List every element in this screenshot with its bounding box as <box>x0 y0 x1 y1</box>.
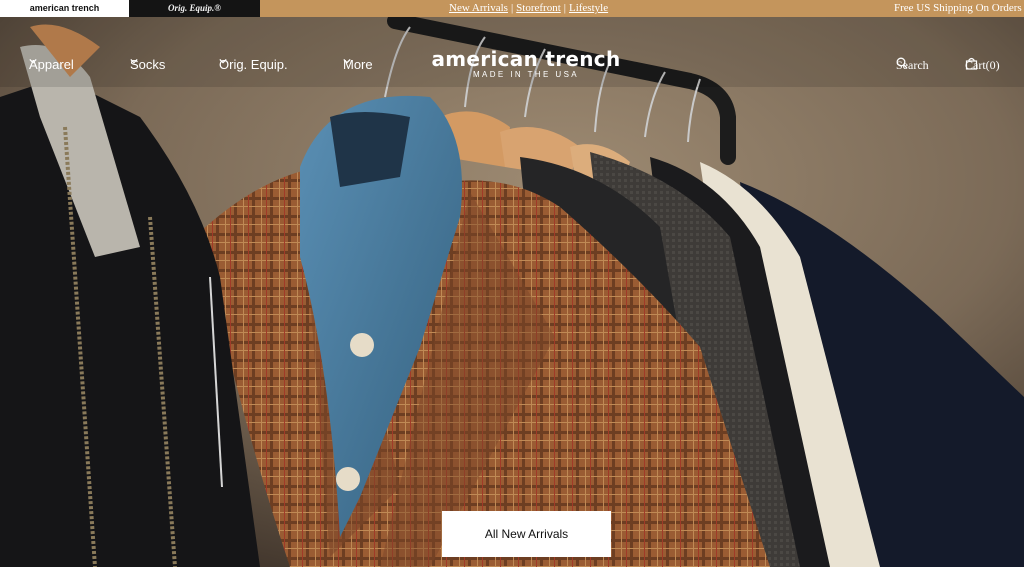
chevron-down-icon <box>130 58 138 64</box>
all-new-arrivals-button[interactable]: All New Arrivals <box>442 511 611 557</box>
clothing-rack-photo <box>0 17 1024 567</box>
announcement-bar: american trench Orig. Equip.® New Arriva… <box>0 0 1024 17</box>
hero-banner: Apparel Socks Orig. Equip. More american… <box>0 17 1024 567</box>
link-separator: | <box>563 2 566 14</box>
brand-tab-american-trench[interactable]: american trench <box>0 0 129 17</box>
nav-socks[interactable]: Socks <box>130 57 165 73</box>
cart-button[interactable]: Cart(0) <box>965 57 1000 73</box>
nav-orig-equip[interactable]: Orig. Equip. <box>219 57 288 73</box>
link-storefront[interactable]: Storefront <box>516 2 561 14</box>
nav-more[interactable]: More <box>343 57 373 73</box>
brand-tab-orig-equip[interactable]: Orig. Equip.® <box>129 0 260 17</box>
search-button[interactable]: Search <box>896 57 929 73</box>
shipping-promo: Free US Shipping On Orders $ <box>894 2 1024 14</box>
logo-name: american trench <box>431 47 621 71</box>
link-lifestyle[interactable]: Lifestyle <box>569 2 608 14</box>
shopping-bag-icon <box>965 57 978 70</box>
link-separator: | <box>510 2 514 14</box>
chevron-down-icon <box>219 58 227 64</box>
nav-apparel[interactable]: Apparel <box>29 57 74 73</box>
utility-links: New Arrivals | Storefront | Lifestyle <box>449 0 608 17</box>
site-logo[interactable]: american trench MADE IN THE USA <box>428 48 624 80</box>
chevron-down-icon <box>29 58 37 64</box>
chevron-down-icon <box>343 58 351 64</box>
search-icon <box>896 57 908 69</box>
logo-tagline: MADE IN THE USA <box>472 70 580 79</box>
link-new-arrivals[interactable]: New Arrivals <box>449 2 508 14</box>
nav-orig-equip-label: Orig. Equip. <box>219 57 288 72</box>
